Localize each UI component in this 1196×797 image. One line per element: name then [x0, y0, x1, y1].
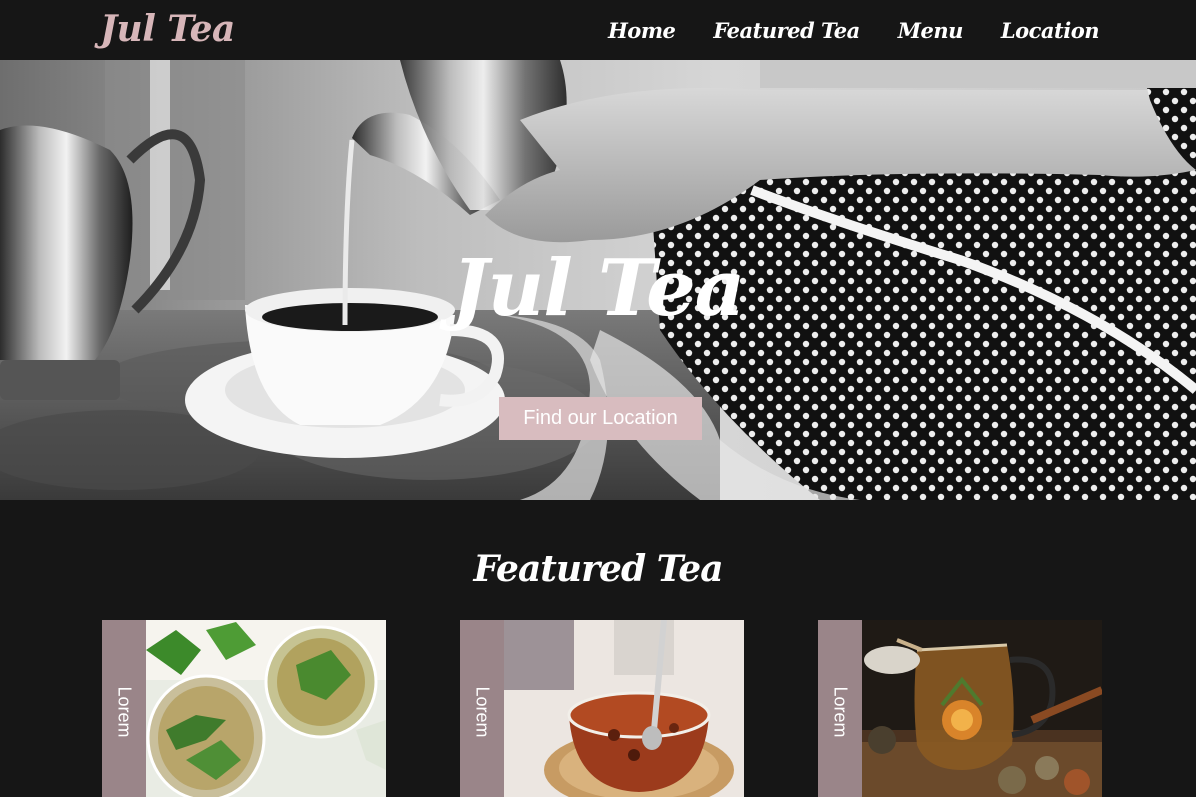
card-tab-label: Lorem [114, 686, 135, 738]
card-tab-label: Lorem [472, 686, 493, 738]
nav-link-location[interactable]: Location [1001, 18, 1100, 43]
featured-card-mint-tea[interactable]: Lorem [102, 620, 386, 797]
featured-tea-title: Featured Tea [473, 548, 723, 590]
nav-links: Home Featured Tea Menu Location [608, 18, 1100, 43]
find-location-button[interactable]: Find our Location [499, 397, 702, 440]
hero-section: Jul Tea Find our Location [0, 60, 1196, 500]
card-tab: Lorem [460, 620, 504, 797]
top-navbar: Jul Tea Home Featured Tea Menu Location [0, 0, 1196, 60]
nav-link-featured-tea[interactable]: Featured Tea [713, 18, 860, 43]
card-tab: Lorem [102, 620, 146, 797]
fruit-tea-image [504, 620, 744, 797]
card-tab-label: Lorem [830, 686, 851, 738]
nav-link-menu[interactable]: Menu [898, 18, 964, 43]
nav-link-home[interactable]: Home [608, 18, 676, 43]
blooming-tea-image [862, 620, 1102, 797]
card-tab: Lorem [818, 620, 862, 797]
brand-logo[interactable]: Jul Tea [100, 8, 235, 50]
featured-card-fruit-tea[interactable]: Lorem [460, 620, 744, 797]
featured-card-blooming-tea[interactable]: Lorem [818, 620, 1102, 797]
mint-tea-image [146, 620, 386, 797]
hero-title: Jul Tea [451, 243, 746, 334]
